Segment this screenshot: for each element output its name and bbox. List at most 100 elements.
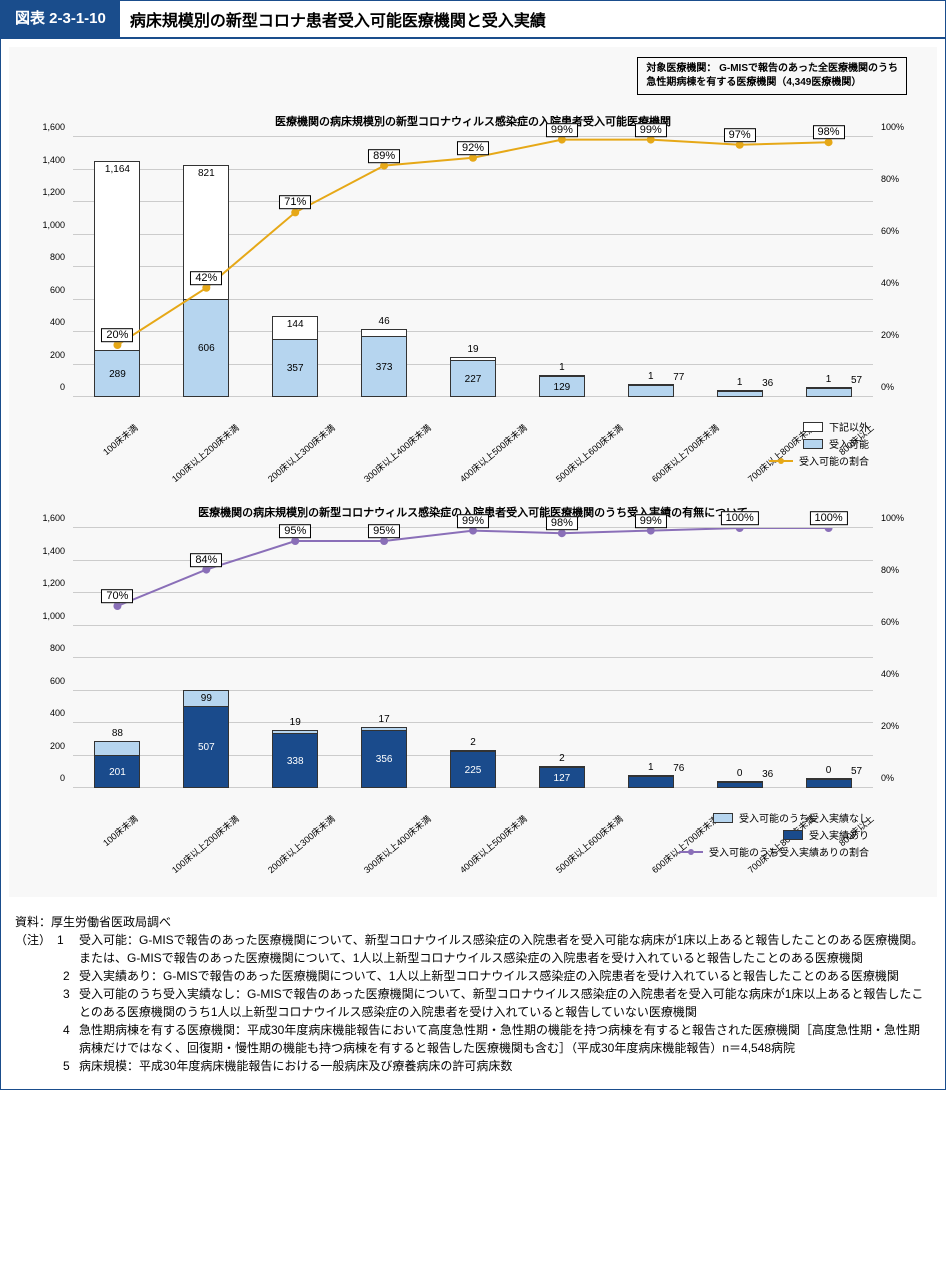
source-line: 資料：厚生労働省医政局調べ	[15, 913, 931, 931]
bar-value: 76	[657, 763, 701, 774]
bar-value: 338	[273, 756, 317, 767]
bar: 177	[628, 384, 674, 398]
pct-label: 84%	[190, 553, 222, 567]
pct-label: 97%	[724, 128, 756, 142]
y-tick: 40%	[881, 278, 913, 288]
y-tick: 0%	[881, 773, 913, 783]
scope-note-box: 対象医療機関： G-MISで報告のあった全医療機関のうち 急性期病棟を有する医療…	[637, 57, 907, 95]
bar-value: 2	[540, 753, 584, 764]
bar-value: 373	[362, 362, 406, 373]
bar-value: 129	[540, 382, 584, 393]
pct-label: 70%	[101, 589, 133, 603]
bar: 17356	[361, 727, 407, 788]
bar-value: 36	[746, 769, 790, 780]
bar-value: 77	[657, 372, 701, 383]
legend-label: 受入実績あり	[809, 827, 869, 842]
chart2-y-right: 0%20%40%60%80%100%	[877, 528, 913, 788]
chart1-area: 02004006008001,0001,2001,4001,600 0%20%4…	[73, 137, 873, 397]
pct-label: 100%	[721, 511, 759, 525]
note-text: 病床規模：平成30年度病床機能報告における一般病床及び療養病床の許可病床数	[79, 1057, 931, 1075]
legend-label: 受入可能の割合	[799, 453, 869, 468]
bar: 19338	[272, 730, 318, 788]
y-tick: 800	[33, 252, 65, 262]
bar: 036	[717, 781, 763, 788]
y-tick: 0%	[881, 382, 913, 392]
y-tick: 1,200	[33, 578, 65, 588]
bar-value: 225	[451, 765, 495, 776]
bar-slot: 821 606	[162, 137, 251, 397]
chart2-bars: 8820199507193381735622252127176036057	[73, 528, 873, 788]
pct-label: 92%	[457, 141, 489, 155]
footer-notes: 資料：厚生労働省医政局調べ （注） 1受入可能：G-MISで報告のあった医療機関…	[1, 905, 945, 1089]
pct-label: 42%	[190, 271, 222, 285]
pct-label: 99%	[457, 514, 489, 528]
note-number: 5	[15, 1057, 79, 1075]
bar: 99507	[183, 690, 229, 788]
bar-value: 606	[184, 343, 228, 354]
pct-label: 99%	[546, 123, 578, 137]
y-tick: 0	[33, 773, 65, 783]
bar-slot: 1129	[517, 137, 606, 397]
note-number: 3	[15, 985, 79, 1021]
chart-container: 対象医療機関： G-MISで報告のあった全医療機関のうち 急性期病棟を有する医療…	[9, 47, 937, 897]
bar-value: 88	[95, 728, 139, 739]
pct-label: 95%	[368, 524, 400, 538]
bar: 144357	[272, 316, 318, 397]
bar: 1129	[539, 375, 585, 397]
bar-slot: 2 225	[429, 528, 518, 788]
bar-slot: 177	[606, 137, 695, 397]
bar-value: 357	[273, 363, 317, 374]
y-tick: 1,000	[33, 611, 65, 621]
bar: 136	[717, 390, 763, 397]
y-tick: 20%	[881, 721, 913, 731]
y-tick: 100%	[881, 122, 913, 132]
bar-slot: 144357	[251, 137, 340, 397]
note-number: 2	[15, 967, 79, 985]
bar-slot: 19227	[429, 137, 518, 397]
bar-slot: 1,164289	[73, 137, 162, 397]
bar-value: 17	[362, 714, 406, 725]
y-tick: 400	[33, 317, 65, 327]
bar: 46373	[361, 329, 407, 397]
chart1-y-left: 02004006008001,0001,2001,4001,600	[33, 137, 69, 397]
bar: 157	[806, 387, 852, 397]
bar-value: 1,164	[95, 164, 139, 175]
chart1-legend: 下記以外 受入可能 受入可能の割合	[33, 419, 869, 468]
y-tick: 200	[33, 741, 65, 751]
y-tick: 600	[33, 285, 65, 295]
y-tick: 100%	[881, 513, 913, 523]
bar-value: 99	[184, 693, 228, 704]
bar-slot: 99507	[162, 528, 251, 788]
bar-value: 2	[451, 737, 495, 748]
note-text: 受入実績あり：G-MISで報告のあった医療機関について、1人以上新型コロナウイル…	[79, 967, 931, 985]
pct-label: 20%	[101, 328, 133, 342]
legend-label: 受入可能のうち受入実績なし	[739, 810, 869, 825]
bar-slot: 88201	[73, 528, 162, 788]
bar: 19227	[450, 357, 496, 397]
y-tick: 40%	[881, 669, 913, 679]
figure-number: 図表 2-3-1-10	[1, 1, 120, 37]
y-tick: 1,600	[33, 513, 65, 523]
note-row: 4急性期病棟を有する医療機関：平成30年度病床機能報告において高度急性期・急性期…	[15, 1021, 931, 1057]
bar-value: 821	[184, 168, 228, 179]
bar-value: 356	[362, 754, 406, 765]
scope-note-line: 対象医療機関： G-MISで報告のあった全医療機関のうち	[646, 62, 898, 76]
pct-label: 98%	[546, 516, 578, 530]
y-tick: 20%	[881, 330, 913, 340]
note-text: 受入可能のうち受入実績なし：G-MISで報告のあった医療機関について、新型コロナ…	[79, 985, 931, 1021]
bar-slot: 2127	[517, 528, 606, 788]
bar-value: 36	[746, 378, 790, 389]
pct-label: 89%	[368, 149, 400, 163]
note-row: 3受入可能のうち受入実績なし：G-MISで報告のあった医療機関について、新型コロ…	[15, 985, 931, 1021]
y-tick: 1,200	[33, 187, 65, 197]
chart1-title: 医療機関の病床規模別の新型コロナウィルス感染症の入院患者受入可能医療機関	[33, 113, 913, 129]
bar-slot: 17 356	[340, 528, 429, 788]
y-tick: 400	[33, 708, 65, 718]
chart1-y-right: 0%20%40%60%80%100%	[877, 137, 913, 397]
bar-value: 46	[362, 316, 406, 327]
bar: 2127	[539, 766, 585, 788]
pct-label: 71%	[279, 196, 311, 210]
legend-label: 受入可能のうち受入実績ありの割合	[709, 844, 869, 859]
note-row: 5病床規模：平成30年度病床機能報告における一般病床及び療養病床の許可病床数	[15, 1057, 931, 1075]
bar: 1,164289	[94, 161, 140, 397]
